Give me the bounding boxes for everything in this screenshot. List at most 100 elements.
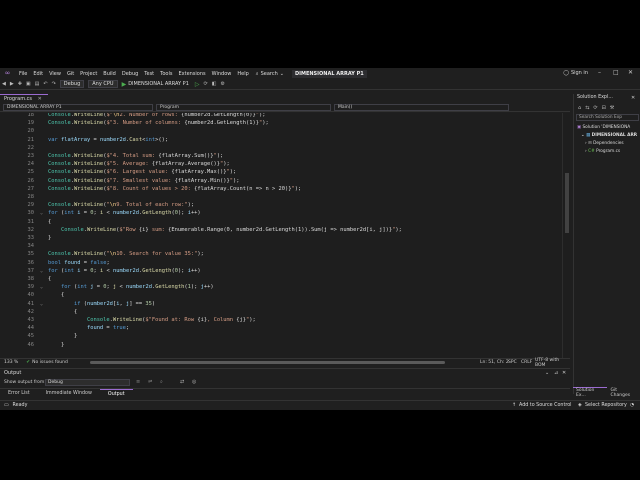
menu-build[interactable]: Build: [100, 71, 119, 77]
tab-git-changes[interactable]: Git Changes: [607, 388, 640, 398]
run-target-label[interactable]: DIMENSIONAL ARRAY P1: [128, 81, 189, 87]
refresh-icon[interactable]: ⟳: [591, 105, 599, 111]
tab-solution-explorer[interactable]: Solution Ex...: [573, 387, 608, 398]
tree-project[interactable]: ⌄ ▦ DIMENSIONAL ARR: [581, 132, 637, 140]
close-icon[interactable]: ✕: [562, 370, 566, 376]
code-line[interactable]: 26 Console.WriteLine($"7. Smallest value:…: [0, 177, 562, 185]
code-line[interactable]: 38 {: [0, 275, 562, 283]
tab-immediate-window[interactable]: Immediate Window: [38, 389, 100, 398]
menu-project[interactable]: Project: [77, 71, 100, 77]
scroll-thumb[interactable]: [565, 173, 569, 233]
code-line[interactable]: 19 Console.WriteLine($"3. Number of colum…: [0, 119, 562, 127]
code-line[interactable]: 23 Console.WriteLine($"4. Total sum: {fla…: [0, 152, 562, 160]
fold-toggle-icon[interactable]: ⌄: [40, 209, 43, 217]
close-icon[interactable]: ✕: [628, 69, 633, 76]
close-tab-icon[interactable]: ✕: [38, 96, 42, 102]
fold-toggle-icon[interactable]: ⌄: [40, 267, 43, 275]
code-line[interactable]: 20: [0, 127, 562, 135]
home-icon[interactable]: ⌂: [576, 105, 583, 111]
code-line[interactable]: 36 bool found = false;: [0, 259, 562, 267]
notification-icon[interactable]: ◔: [630, 403, 634, 408]
code-line[interactable]: 25 Console.WriteLine($"6. Largest value: …: [0, 168, 562, 176]
redo-icon[interactable]: ↷: [50, 81, 58, 87]
menu-tools[interactable]: Tools: [157, 71, 175, 77]
platform-select[interactable]: Any CPU: [88, 80, 118, 88]
collapse-icon[interactable]: ⊟: [600, 105, 608, 111]
code-line[interactable]: 28: [0, 193, 562, 201]
code-line[interactable]: 29 Console.WriteLine("\n9. Total of each …: [0, 201, 562, 209]
chevron-down-icon[interactable]: ⌄: [545, 370, 549, 376]
maximize-icon[interactable]: □: [613, 69, 619, 76]
horizontal-scrollbar[interactable]: [90, 361, 445, 364]
tab-output[interactable]: Output: [99, 388, 133, 398]
code-line[interactable]: 44 found = true;: [0, 324, 562, 332]
menu-view[interactable]: View: [46, 71, 64, 77]
forward-icon[interactable]: ▶: [8, 81, 16, 87]
code-editor[interactable]: 18 Console.WriteLine($"\n2. Number of row…: [0, 113, 562, 358]
filter-icon[interactable]: ◎: [192, 379, 196, 385]
code-line[interactable]: 27 Console.WriteLine($"8. Count of values…: [0, 185, 562, 193]
config-select[interactable]: Debug: [59, 80, 85, 88]
sign-in-button[interactable]: ◯ Sign in: [563, 70, 588, 76]
pin-icon[interactable]: ⊿: [554, 370, 558, 376]
refresh-icon[interactable]: ⟳: [202, 81, 210, 87]
find-icon[interactable]: ⌕: [160, 379, 163, 385]
save-all-icon[interactable]: ▤: [33, 81, 42, 87]
minimize-icon[interactable]: –: [598, 69, 601, 76]
tab-error-list[interactable]: Error List: [0, 389, 38, 398]
undo-icon[interactable]: ↶: [41, 81, 49, 87]
code-line[interactable]: 42 {: [0, 308, 562, 316]
code-line[interactable]: 33}: [0, 234, 562, 242]
tree-dependencies[interactable]: › ⊞ Dependencies: [585, 140, 624, 148]
code-line[interactable]: 34: [0, 242, 562, 250]
code-line[interactable]: 40 {: [0, 291, 562, 299]
code-line[interactable]: 45 }: [0, 332, 562, 340]
code-line[interactable]: 35 Console.WriteLine("\n10. Search for va…: [0, 250, 562, 258]
wrap-icon[interactable]: ⇌: [148, 379, 152, 385]
menu-window[interactable]: Window: [209, 71, 235, 77]
code-line[interactable]: 43 Console.WriteLine($"Found at: Row {i}…: [0, 316, 562, 324]
code-line[interactable]: 32 Console.WriteLine($"Row {i} sum: {Enu…: [0, 226, 562, 234]
tree-program-cs[interactable]: › C# Program.cs: [585, 148, 620, 156]
code-line[interactable]: 24 Console.WriteLine($"5. Average: {flatA…: [0, 160, 562, 168]
sync-icon[interactable]: ⇆: [583, 105, 591, 111]
new-file-icon[interactable]: ✚: [16, 81, 24, 87]
vertical-scrollbar[interactable]: [562, 113, 570, 358]
code-line[interactable]: 41 ⌄ if (number2d[i, j] == 35): [0, 300, 562, 308]
solution-search-input[interactable]: Search Solution Exp: [576, 114, 639, 121]
project-dropdown[interactable]: DIMENSIONAL ARRAY P1: [3, 104, 153, 111]
menu-git[interactable]: Git: [64, 71, 77, 77]
line-ending[interactable]: CRLF: [521, 360, 532, 365]
tab-program-cs[interactable]: Program.cs ✕: [0, 94, 48, 102]
close-icon[interactable]: ✕: [631, 95, 635, 101]
add-to-source-control[interactable]: Add to Source Control: [519, 403, 572, 408]
tree-solution[interactable]: ▣ Solution 'DIMENSIONA: [577, 124, 630, 132]
menu-extensions[interactable]: Extensions: [175, 71, 208, 77]
wrench-icon[interactable]: ⚒: [608, 105, 616, 111]
code-line[interactable]: 31 {: [0, 218, 562, 226]
file-encoding[interactable]: UTF-8 with BOM: [535, 358, 570, 368]
menu-test[interactable]: Test: [141, 71, 157, 77]
issues-status[interactable]: No issues found: [32, 360, 68, 365]
member-dropdown[interactable]: Main(): [334, 104, 509, 111]
class-dropdown[interactable]: Program: [156, 104, 331, 111]
zoom-level[interactable]: 133 %: [4, 360, 18, 365]
back-icon[interactable]: ◀: [0, 81, 8, 87]
settings-icon[interactable]: ⚙: [218, 81, 226, 87]
whitespace-mode[interactable]: SPC: [508, 360, 517, 365]
code-line[interactable]: 37 ⌄ for (int i = 0; i < number2d.GetLengt…: [0, 267, 562, 275]
fold-toggle-icon[interactable]: ⌄: [40, 300, 43, 308]
output-source-select[interactable]: Debug: [45, 379, 130, 386]
fold-toggle-icon[interactable]: ⌄: [40, 283, 43, 291]
screenshot-icon[interactable]: ◧: [210, 81, 219, 87]
search-button[interactable]: ⌕ Search ⌄: [256, 71, 284, 77]
code-line[interactable]: 21 var flatArray = number2d.Cast<int>();: [0, 136, 562, 144]
run-without-debug-icon[interactable]: ▷: [193, 81, 202, 88]
menu-edit[interactable]: Edit: [30, 71, 46, 77]
code-line[interactable]: 30 ⌄ for (int i = 0; i < number2d.GetLengt…: [0, 209, 562, 217]
start-debug-icon[interactable]: ▶: [120, 81, 129, 88]
menu-file[interactable]: File: [16, 71, 30, 77]
code-line[interactable]: 46 }: [0, 341, 562, 349]
menu-help[interactable]: Help: [234, 71, 251, 77]
clear-all-icon[interactable]: ≡: [136, 379, 140, 385]
